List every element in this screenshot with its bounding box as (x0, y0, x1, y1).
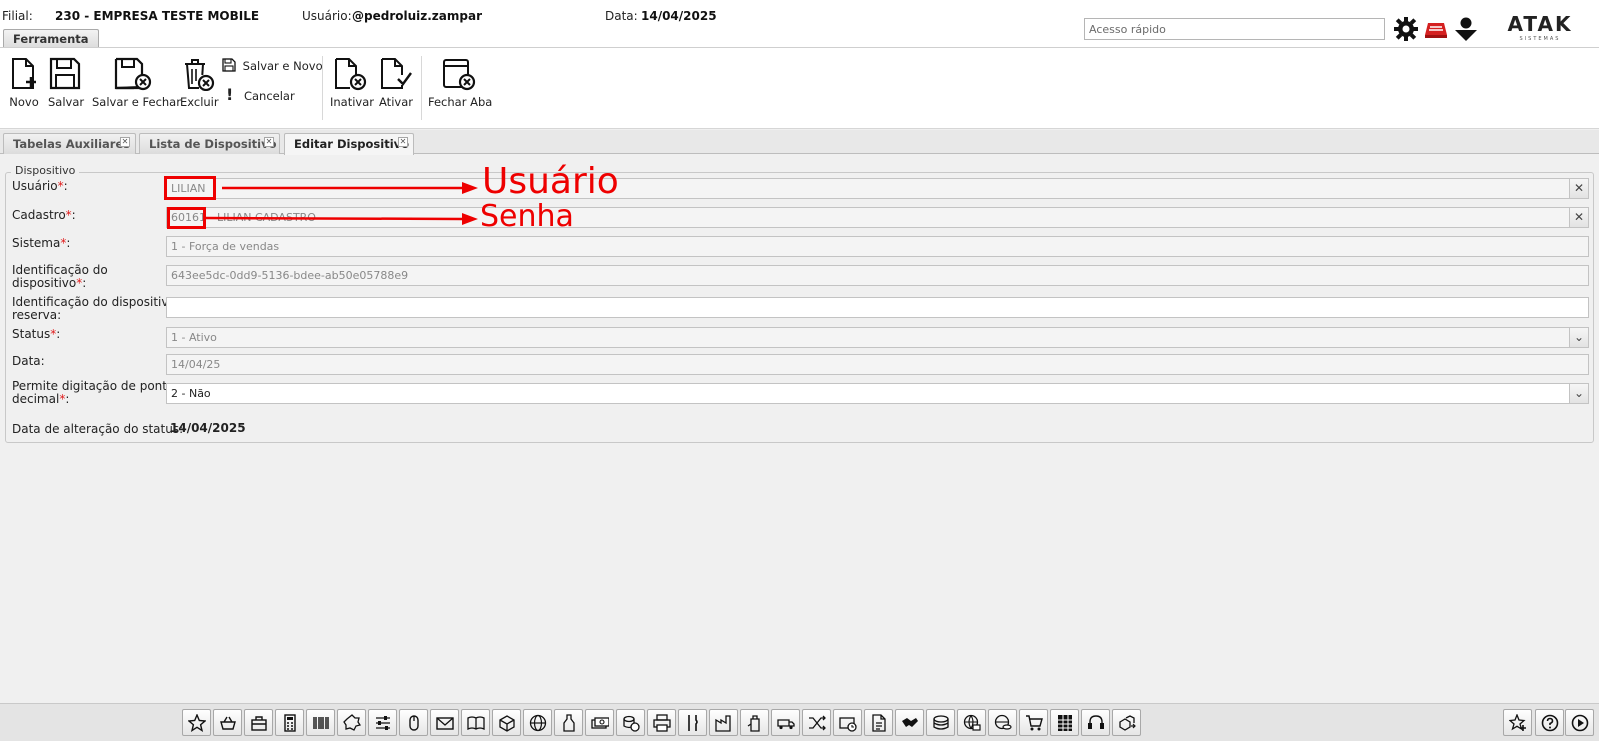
briefcase-icon (251, 716, 267, 731)
launcher-globe-money-button[interactable] (957, 709, 986, 736)
spreadsheet-icon (1058, 715, 1072, 731)
launcher-cash-button[interactable] (585, 709, 614, 736)
launcher-shuffle-button[interactable] (802, 709, 831, 736)
bottom-launcher-bar (0, 703, 1599, 741)
document-icon (872, 714, 886, 732)
coin-stack-icon (933, 715, 949, 730)
play-icon (1571, 714, 1589, 732)
basket-icon (220, 716, 236, 730)
launcher-globe-button[interactable] (523, 709, 552, 736)
usuario-annotation: Usuário (482, 161, 619, 202)
calculator-icon (284, 714, 296, 732)
launcher-handshake-button[interactable] (895, 709, 924, 736)
money-clock-icon (839, 717, 857, 732)
mouse-icon (409, 715, 419, 731)
launcher-coin-stack-button[interactable] (926, 709, 955, 736)
launcher-spreadsheet-button[interactable] (1050, 709, 1079, 736)
senha-arrow-icon (205, 213, 478, 225)
box-icon (499, 715, 515, 732)
cash-icon (591, 717, 609, 729)
launcher-box-button[interactable] (492, 709, 521, 736)
book-icon (467, 716, 485, 731)
launcher-container-button[interactable] (740, 709, 769, 736)
launcher-badge-button[interactable] (337, 709, 366, 736)
launcher-barcode-button[interactable] (306, 709, 335, 736)
launcher-document-button[interactable] (864, 709, 893, 736)
launcher-book-button[interactable] (461, 709, 490, 736)
badge-icon (343, 714, 361, 731)
printer-icon (653, 714, 671, 732)
senha-annotation: Senha (480, 199, 574, 234)
star-icon (188, 714, 206, 732)
launcher-bottle-button[interactable] (554, 709, 583, 736)
sliders-icon (376, 716, 390, 730)
help-icon (1541, 714, 1559, 732)
shuffle-icon (809, 715, 826, 731)
boxes-transfer-icon (1119, 715, 1136, 731)
bottle-icon (563, 714, 575, 732)
launcher-money-clock-button[interactable] (833, 709, 862, 736)
launcher-tools-button[interactable] (678, 709, 707, 736)
launcher-mail-button[interactable] (430, 709, 459, 736)
launcher-cart-button[interactable] (1019, 709, 1048, 736)
launcher-star-button[interactable] (182, 709, 211, 736)
launcher-coins-button[interactable] (616, 709, 645, 736)
launcher-mouse-button[interactable] (399, 709, 428, 736)
handshake-icon (902, 718, 918, 727)
globe-icon (529, 714, 547, 732)
launcher-printer-button[interactable] (647, 709, 676, 736)
mail-icon (436, 717, 454, 730)
launcher-sliders-button[interactable] (368, 709, 397, 736)
tools-icon (688, 715, 698, 731)
truck-icon (777, 719, 795, 730)
help-button[interactable] (1535, 709, 1564, 736)
barcode-icon (313, 717, 329, 729)
cart-icon (1026, 715, 1043, 731)
launcher-truck-button[interactable] (771, 709, 800, 736)
favorite-add-button[interactable] (1503, 709, 1532, 736)
factory-icon (715, 715, 731, 732)
container-icon (747, 715, 760, 732)
play-button[interactable] (1565, 709, 1594, 736)
launcher-boxes-transfer-button[interactable] (1112, 709, 1141, 736)
launcher-calculator-button[interactable] (275, 709, 304, 736)
launcher-headset-button[interactable] (1081, 709, 1110, 736)
globe-money-icon (963, 714, 981, 731)
launcher-basket-button[interactable] (213, 709, 242, 736)
favorite-add-icon (1509, 714, 1526, 731)
coins-icon (623, 715, 640, 732)
headset-icon (1088, 715, 1104, 729)
launcher-briefcase-button[interactable] (244, 709, 273, 736)
annotation-arrows (205, 182, 478, 225)
globe-coins-icon (994, 714, 1012, 730)
launcher-globe-coins-button[interactable] (988, 709, 1017, 736)
usuario-arrow-icon (222, 182, 478, 194)
launcher-factory-button[interactable] (709, 709, 738, 736)
